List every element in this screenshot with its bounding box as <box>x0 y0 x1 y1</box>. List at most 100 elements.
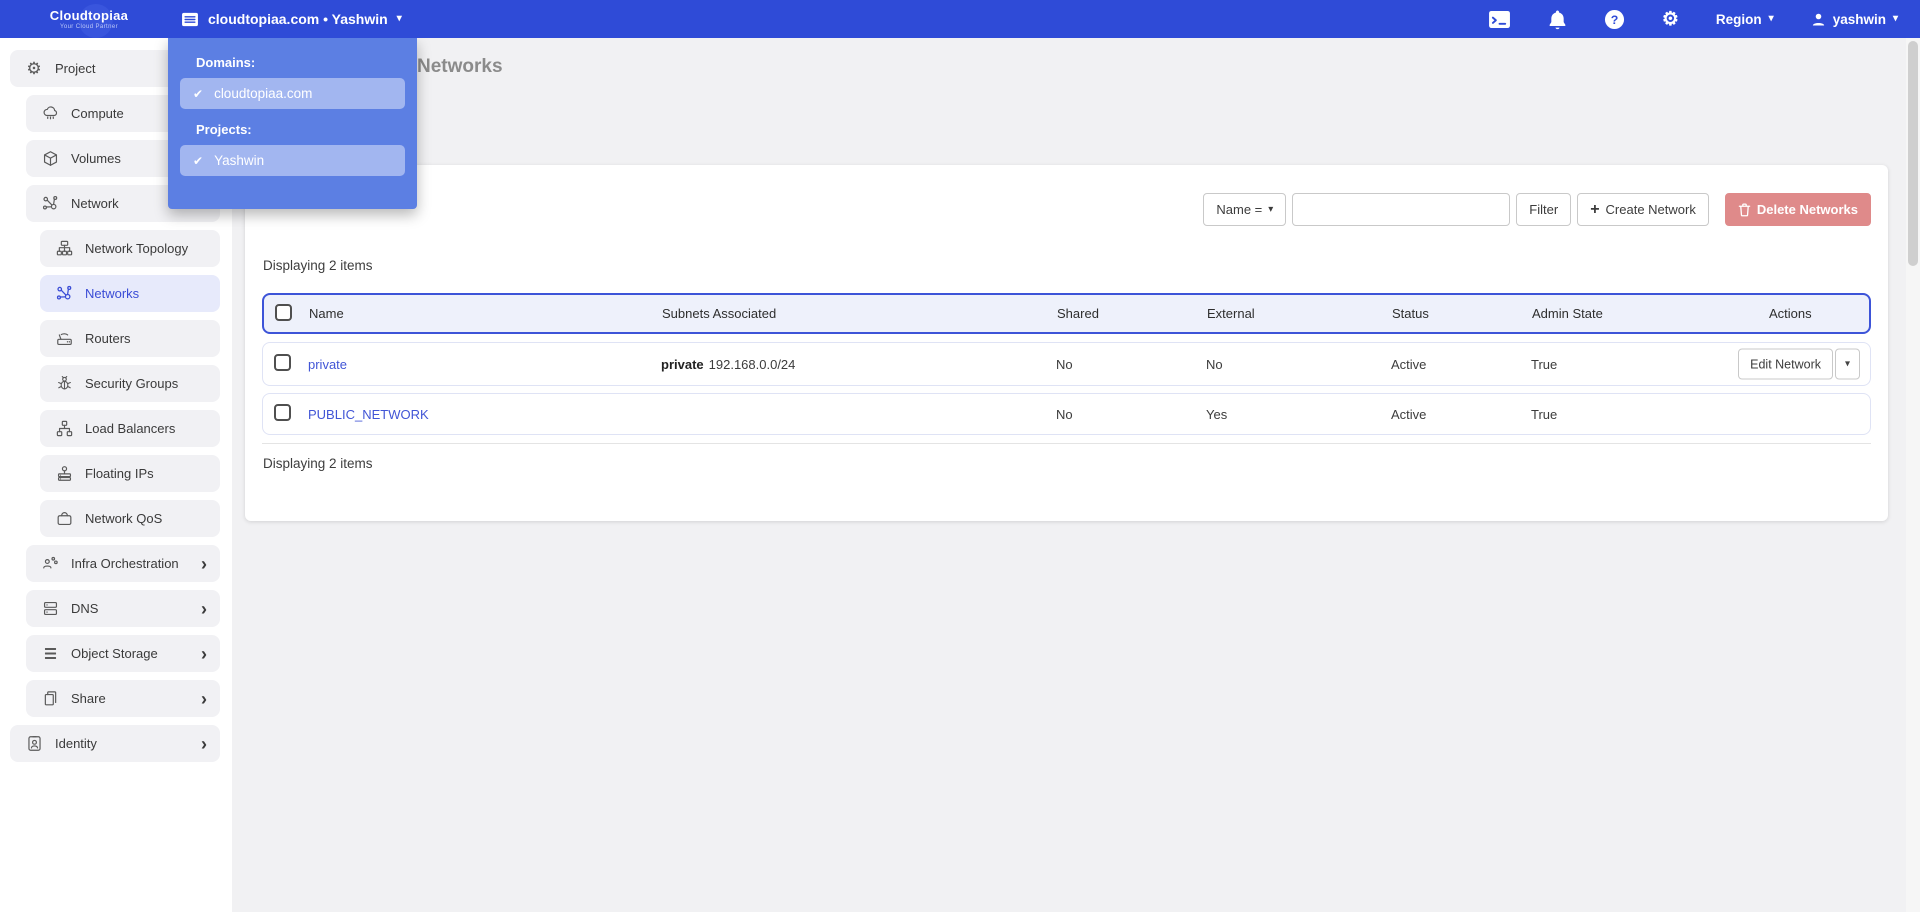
caret-down-icon: ▾ <box>396 13 402 24</box>
list-icon <box>181 12 199 27</box>
chevron-right-icon: › <box>201 553 207 574</box>
table-toolbar: Name = ▾ Filter + Create Network Delete … <box>1203 193 1871 226</box>
row-actions-dropdown-toggle[interactable]: ▾ <box>1835 348 1860 380</box>
trash-icon <box>1738 203 1751 217</box>
svg-text:?: ? <box>1611 12 1619 26</box>
delete-networks-button[interactable]: Delete Networks <box>1724 193 1871 226</box>
context-dropdown-panel: Domains: ✔ cloudtopiaa.com Projects: ✔ Y… <box>168 38 417 209</box>
domain-item-label: cloudtopiaa.com <box>214 86 313 101</box>
orchestration-icon <box>40 554 60 574</box>
admin-state-value: True <box>1531 356 1558 372</box>
column-header-actions: Actions <box>1769 306 1812 321</box>
settings-button[interactable]: ⚙ <box>1662 10 1679 29</box>
sidebar-item-security-groups[interactable]: Security Groups <box>40 365 220 402</box>
sidebar-item-identity[interactable]: Identity › <box>10 725 220 762</box>
scrollbar-thumb[interactable] <box>1908 41 1918 266</box>
create-network-label: Create Network <box>1605 202 1696 217</box>
sidebar-item-networks[interactable]: Networks <box>40 275 220 312</box>
navbar-right-cluster: ? ⚙ Region ▾ yashwin ▾ <box>1488 9 1898 30</box>
table-footer-divider <box>262 443 1871 444</box>
caret-down-icon: ▾ <box>1268 203 1274 215</box>
router-icon <box>54 329 74 349</box>
shared-value: No <box>1056 356 1073 372</box>
briefcase-icon <box>54 509 74 529</box>
table-row: private private 192.168.0.0/24 No No Acti… <box>262 342 1871 386</box>
id-badge-icon <box>24 734 44 754</box>
sidebar-item-object-storage[interactable]: Object Storage › <box>26 635 220 672</box>
sidebar-item-label: Project <box>55 61 96 76</box>
filter-field-select[interactable]: Name = ▾ <box>1203 193 1287 226</box>
console-button[interactable] <box>1488 10 1511 29</box>
server-icon <box>40 599 60 619</box>
console-icon <box>1488 10 1510 28</box>
user-menu[interactable]: yashwin ▾ <box>1811 12 1898 27</box>
items-count-bottom: Displaying 2 items <box>263 456 373 471</box>
user-icon <box>1812 13 1824 25</box>
brand-logo[interactable]: Cloudtopiaa Your Cloud Partner <box>30 4 148 38</box>
sidebar-item-label: Security Groups <box>85 376 179 391</box>
gear-icon: ⚙ <box>1661 8 1679 30</box>
status-value: Active <box>1391 356 1427 372</box>
region-label: Region <box>1715 11 1762 27</box>
sidebar-item-share[interactable]: Share › <box>26 680 220 717</box>
network-name-link[interactable]: private <box>308 357 347 372</box>
sidebar-item-load-balancers[interactable]: Load Balancers <box>40 410 220 447</box>
column-header-admin-state: Admin State <box>1532 306 1603 321</box>
network-icon <box>40 194 60 214</box>
filter-button[interactable]: Filter <box>1516 193 1572 226</box>
domain-item-cloudtopiaa[interactable]: ✔ cloudtopiaa.com <box>180 78 405 109</box>
notifications-button[interactable] <box>1548 9 1567 30</box>
filter-search-input[interactable] <box>1292 193 1511 226</box>
bell-icon <box>1549 9 1566 29</box>
sidebar-item-label: Load Balancers <box>85 421 176 436</box>
networks-icon <box>54 284 74 304</box>
brand-tagline: Your Cloud Partner <box>59 24 118 30</box>
sidebar-item-label: Compute <box>71 106 124 121</box>
row-checkbox[interactable] <box>274 354 291 371</box>
region-menu[interactable]: Region ▾ <box>1716 12 1774 27</box>
edit-network-button[interactable]: Edit Network <box>1738 348 1833 380</box>
delete-networks-label: Delete Networks <box>1756 202 1858 217</box>
sidebar-item-infra-orchestration[interactable]: Infra Orchestration › <box>26 545 220 582</box>
sidebar-item-floating-ips[interactable]: Floating IPs <box>40 455 220 492</box>
column-header-status: Status <box>1392 306 1429 321</box>
row-checkbox[interactable] <box>274 404 291 421</box>
project-item-yashwin[interactable]: ✔ Yashwin <box>180 145 405 176</box>
check-icon: ✔ <box>193 153 204 168</box>
networks-panel: Name = ▾ Filter + Create Network Delete … <box>245 165 1888 521</box>
table-header-row: Name Subnets Associated Shared External … <box>262 293 1871 334</box>
select-all-checkbox[interactable] <box>275 303 292 321</box>
pages-icon <box>40 689 60 709</box>
sidebar-item-routers[interactable]: Routers <box>40 320 220 357</box>
projects-label: Projects: <box>196 122 252 137</box>
sidebar-item-label: Object Storage <box>71 646 158 661</box>
project-item-label: Yashwin <box>214 153 265 168</box>
status-value: Active <box>1391 406 1427 422</box>
create-network-button[interactable]: + Create Network <box>1577 193 1709 226</box>
chevron-right-icon: › <box>201 643 207 664</box>
page-title: Networks <box>417 56 503 77</box>
top-navbar: Cloudtopiaa Your Cloud Partner cloudtopi… <box>0 0 1920 38</box>
help-button[interactable]: ? <box>1604 9 1625 30</box>
external-value: Yes <box>1206 406 1228 422</box>
help-icon: ? <box>1604 9 1624 29</box>
sidebar-item-dns[interactable]: DNS › <box>26 590 220 627</box>
domain-project-switcher[interactable]: cloudtopiaa.com • Yashwin ▾ <box>181 0 402 38</box>
admin-state-value: True <box>1531 406 1558 422</box>
plus-icon: + <box>1590 200 1600 218</box>
network-name-link[interactable]: PUBLIC_NETWORK <box>308 407 429 422</box>
column-header-name: Name <box>309 306 344 321</box>
chevron-right-icon: › <box>201 733 207 754</box>
sidebar-item-label: Networks <box>85 286 140 301</box>
bug-icon <box>54 374 74 394</box>
sidebar-item-label: Identity <box>55 736 97 751</box>
cube-icon <box>40 149 60 169</box>
sidebar-item-network-qos[interactable]: Network QoS <box>40 500 220 537</box>
sidebar-item-network-topology[interactable]: Network Topology <box>40 230 220 267</box>
caret-down-icon: ▾ <box>1844 358 1851 369</box>
column-header-shared: Shared <box>1057 306 1099 321</box>
sidebar-item-label: Floating IPs <box>85 466 154 481</box>
check-icon: ✔ <box>193 86 204 101</box>
topology-icon <box>54 239 74 259</box>
hierarchy-icon <box>54 419 74 439</box>
